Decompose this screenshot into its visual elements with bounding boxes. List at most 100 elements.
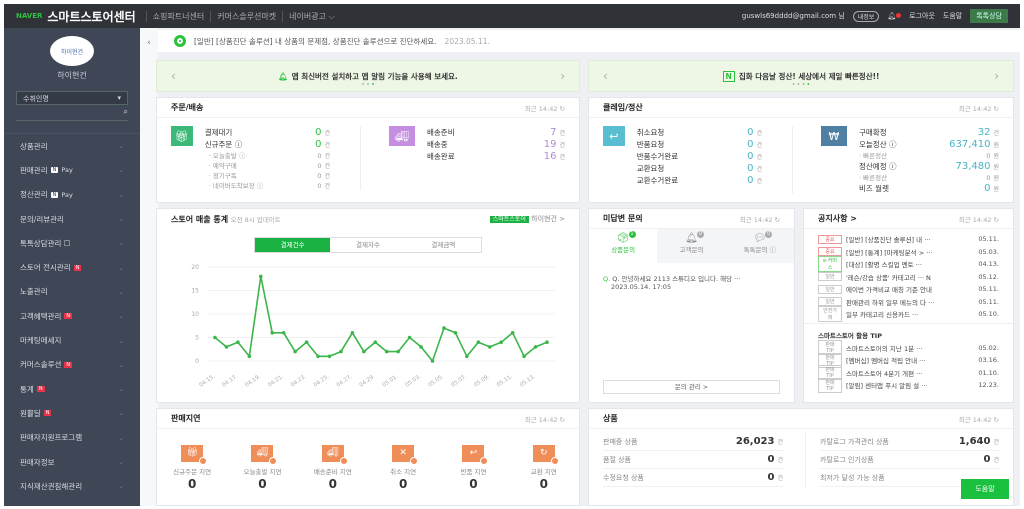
data-point[interactable] bbox=[476, 340, 481, 344]
data-point[interactable] bbox=[396, 349, 400, 354]
banner-next-icon[interactable]: › bbox=[560, 69, 565, 83]
data-point[interactable] bbox=[533, 345, 538, 349]
sidebar-item[interactable]: 커머스솔루션 N ⌄ bbox=[4, 353, 140, 377]
data-point[interactable] bbox=[316, 354, 320, 359]
data-point[interactable] bbox=[224, 345, 229, 349]
stat-value[interactable]: 0 bbox=[317, 162, 321, 170]
manage-inquiries-button[interactable]: 문의 관리 > bbox=[603, 380, 780, 394]
sidebar-item[interactable]: 판매관리 N Pay ⌄ bbox=[4, 158, 140, 182]
data-point[interactable] bbox=[522, 354, 526, 359]
delay-value[interactable]: 0 bbox=[232, 477, 292, 491]
naver-logo[interactable]: NAVER bbox=[16, 12, 42, 20]
notice-item[interactable]: 중요 [일반] [상품진단 솔루션] 내 ··· 05.11. bbox=[804, 233, 1013, 246]
data-point[interactable] bbox=[407, 335, 412, 340]
data-point[interactable] bbox=[339, 349, 343, 354]
data-point[interactable] bbox=[293, 349, 297, 354]
tab-payment-count[interactable]: 결제건수 bbox=[255, 238, 331, 252]
stat-row[interactable]: 배송준비 7 건 bbox=[427, 126, 565, 138]
search-input[interactable]: ⌕ bbox=[16, 107, 128, 121]
stat-row[interactable]: 비즈 월렛 0 원 bbox=[859, 182, 999, 194]
stat-row[interactable]: · 예약구매 0 건 bbox=[205, 160, 330, 171]
tab-payer-count[interactable]: 결제자수 bbox=[330, 238, 405, 252]
banner-fast-settlement[interactable]: ‹ N 집화 다음날 정산! 세상에서 제일 빠른정산!! › • • • • bbox=[588, 60, 1014, 92]
product-stat-row[interactable]: 품절 상품 0 건 bbox=[603, 451, 783, 469]
product-stat-row[interactable]: 수정요청 상품 0 건 bbox=[603, 469, 783, 487]
stat-value[interactable]: 0 bbox=[747, 175, 753, 186]
inquiry-tab[interactable]: 💬︎ 0 톡톡문의 ⓘ bbox=[725, 229, 794, 263]
sidebar-item[interactable]: 지식재산권침해관리 ⌄ bbox=[4, 474, 140, 498]
banner-next-icon[interactable]: › bbox=[994, 69, 999, 83]
stat-value[interactable]: 73,480 bbox=[955, 161, 990, 172]
data-point[interactable] bbox=[373, 340, 378, 344]
data-point[interactable] bbox=[236, 340, 240, 344]
sidebar-item[interactable]: 통계 N ⌄ bbox=[4, 377, 140, 401]
stat-value[interactable]: 0 bbox=[986, 152, 990, 160]
stat-value[interactable]: 7 bbox=[550, 127, 556, 138]
product-stat-row[interactable]: 판매중 상품 26,023 건 bbox=[603, 433, 783, 451]
delay-item[interactable]: 🚚︎ 배송준비 지연 0 bbox=[303, 445, 363, 491]
delay-item[interactable]: 🎁︎ 신규주문 지연 0 bbox=[162, 445, 222, 491]
delay-value[interactable]: 0 bbox=[443, 477, 503, 491]
data-point[interactable] bbox=[419, 345, 423, 349]
stat-value[interactable]: 0 bbox=[747, 139, 753, 150]
stat-value[interactable]: 0 bbox=[984, 183, 990, 194]
data-point[interactable] bbox=[281, 331, 286, 335]
search-type-select[interactable]: 수취인명 ▾ bbox=[16, 91, 128, 105]
inquiry-tab[interactable]: 📦︎ 1 상품문의 bbox=[589, 229, 657, 263]
stat-row[interactable]: 배송완료 16 건 bbox=[427, 150, 565, 162]
stat-row[interactable]: 교환수거완료 0 건 bbox=[637, 174, 762, 186]
stat-value[interactable]: 637,410 bbox=[949, 139, 990, 150]
notice-item[interactable]: e-커머스 [대상] [활명 스킬업 멘토 ··· 04.13. bbox=[804, 256, 1013, 273]
nav-link-shopping-partner[interactable]: 쇼핑파트너센터 bbox=[145, 10, 211, 22]
stat-row[interactable]: · 빠른정산 0 원 bbox=[859, 172, 999, 183]
stat-row[interactable]: · 빠른정산 0 원 bbox=[859, 150, 999, 161]
stat-value[interactable]: 0 bbox=[315, 127, 321, 138]
stat-row[interactable]: 반품수거완료 0 건 bbox=[637, 150, 762, 162]
data-point[interactable] bbox=[384, 349, 389, 354]
stat-row[interactable]: 결제대기 0 건 bbox=[205, 126, 330, 138]
nav-link-naver-ads[interactable]: 네이버광고 ⌵ bbox=[282, 10, 340, 22]
sidebar-item[interactable]: 노출관리 ⌄ bbox=[4, 280, 140, 304]
data-point[interactable] bbox=[499, 340, 504, 344]
stat-value[interactable]: 0 bbox=[317, 182, 321, 190]
stat-value[interactable]: 0 bbox=[747, 127, 753, 138]
sidebar-item[interactable]: 문의/리뷰관리 ⌄ bbox=[4, 207, 140, 231]
banner-prev-icon[interactable]: ‹ bbox=[171, 69, 176, 83]
delay-item[interactable]: ↩ 반품 지연 0 bbox=[443, 445, 503, 491]
sidebar-item[interactable]: 원쁠딜 N ⌄ bbox=[4, 401, 140, 425]
notice-item[interactable]: 일반 에이번 가격비교 매칭 기준 안내 05.11. bbox=[804, 283, 1013, 296]
sidebar-item[interactable]: 상품관리 ⌄ bbox=[4, 134, 140, 158]
stat-value[interactable]: 0 bbox=[768, 454, 775, 465]
stat-row[interactable]: · 정기구독 0 건 bbox=[205, 170, 330, 181]
sidebar-item[interactable]: 판매자정보 ⌄ bbox=[4, 450, 140, 474]
stat-row[interactable]: 신규주문 ⓘ 0 건 bbox=[205, 138, 330, 150]
notice-bar[interactable]: [일반] [상품진단 솔루션] 내 상품의 문제점, 상품진단 솔루션으로 진단… bbox=[158, 30, 1020, 52]
notices-link[interactable]: 공지사항 > bbox=[818, 213, 857, 224]
sidebar-item[interactable]: 톡톡상담관리 ☐ ⌄ bbox=[4, 231, 140, 255]
banner-pagination[interactable]: • • • • bbox=[792, 82, 810, 88]
data-point[interactable] bbox=[487, 345, 492, 349]
data-point[interactable] bbox=[430, 359, 435, 363]
inquiry-tab[interactable]: 🔔︎ 0 고객문의 bbox=[657, 229, 726, 263]
data-point[interactable] bbox=[442, 326, 446, 330]
refresh-time[interactable]: 최근 14:42 ↻ bbox=[959, 414, 999, 424]
stat-value[interactable]: 16 bbox=[544, 151, 557, 162]
refresh-time[interactable]: 최근 14:42 ↻ bbox=[525, 414, 565, 424]
stat-value[interactable]: 0 bbox=[768, 472, 775, 483]
stat-value[interactable]: 0 bbox=[747, 151, 753, 162]
data-point[interactable] bbox=[465, 354, 469, 359]
data-point[interactable] bbox=[213, 335, 217, 340]
stat-row[interactable]: 오늘정산 ⓘ 637,410 원 bbox=[859, 138, 999, 150]
stat-row[interactable]: 정산예정 ⓘ 73,480 원 bbox=[859, 160, 999, 172]
stat-row[interactable]: 구매확정 32 건 bbox=[859, 126, 999, 138]
refresh-time[interactable]: 최근 14:42 ↻ bbox=[959, 103, 999, 113]
sidebar-item[interactable]: 마케팅메세지 ⌄ bbox=[4, 328, 140, 352]
stat-value[interactable]: 19 bbox=[544, 139, 557, 150]
sidebar-item[interactable]: 판매자지원프로그램 ⌄ bbox=[4, 426, 140, 450]
help-link[interactable]: 도움말 bbox=[943, 11, 962, 21]
search-icon[interactable]: ⌕ bbox=[124, 107, 128, 116]
refresh-time[interactable]: 최근 14:42 ↻ bbox=[959, 214, 999, 224]
refresh-time[interactable]: 최근 14:42 ↻ bbox=[525, 103, 565, 113]
notice-text[interactable]: [일반] [상품진단 솔루션] 내 상품의 문제점, 상품진단 솔루션으로 진단… bbox=[194, 36, 437, 47]
stat-row[interactable]: 배송중 19 건 bbox=[427, 138, 565, 150]
